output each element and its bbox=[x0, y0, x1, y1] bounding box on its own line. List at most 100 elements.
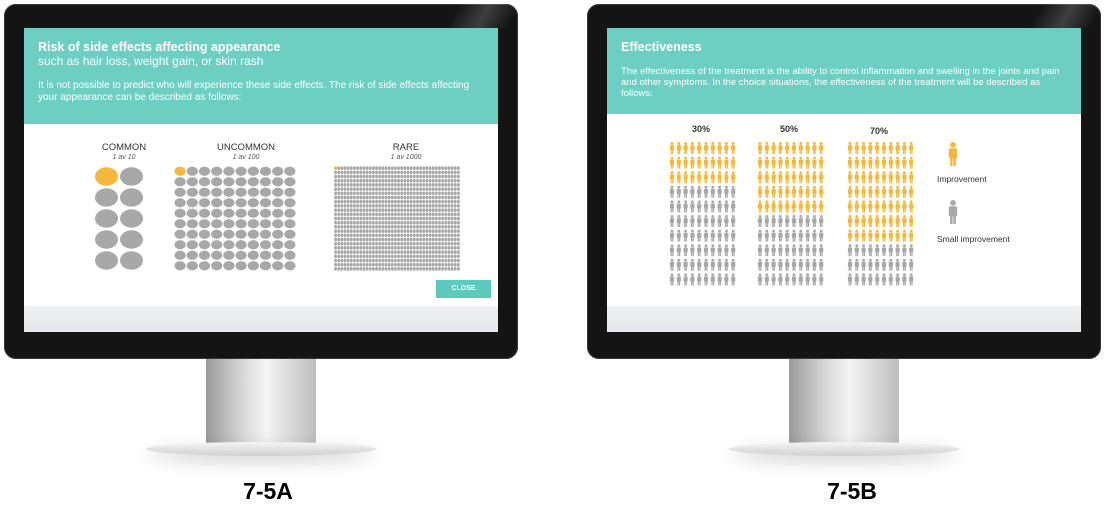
unaffected-dot bbox=[434, 174, 438, 179]
close-button[interactable]: CLOSE bbox=[436, 280, 491, 298]
small-improvement-person bbox=[697, 200, 702, 213]
unaffected-dot bbox=[416, 208, 419, 212]
unaffected-dot bbox=[337, 262, 341, 267]
unaffected-dot bbox=[343, 233, 347, 238]
unaffected-dot bbox=[416, 170, 419, 175]
unaffected-dot bbox=[247, 250, 259, 260]
unaffected-dot bbox=[337, 220, 341, 225]
small-improvement-person bbox=[690, 200, 695, 213]
improved-person bbox=[683, 171, 688, 184]
unaffected-dot bbox=[340, 204, 344, 208]
unaffected-dot bbox=[371, 233, 375, 238]
unaffected-dot bbox=[371, 166, 375, 170]
small-improvement-person bbox=[868, 244, 873, 257]
unaffected-dot bbox=[400, 233, 404, 238]
unaffected-dot bbox=[259, 177, 272, 187]
unaffected-dot bbox=[431, 174, 435, 179]
unaffected-dot bbox=[387, 199, 391, 204]
unaffected-dot bbox=[428, 187, 432, 191]
unaffected-dot bbox=[444, 216, 448, 221]
improved-person bbox=[710, 156, 715, 169]
unaffected-dot bbox=[422, 216, 426, 221]
small-improvement-person bbox=[785, 273, 790, 286]
unaffected-dot bbox=[403, 267, 407, 271]
unaffected-dot bbox=[375, 262, 378, 267]
improved-person bbox=[861, 156, 866, 169]
unaffected-dot bbox=[441, 229, 445, 233]
unaffected-dot bbox=[381, 237, 385, 242]
unaffected-dot bbox=[409, 237, 413, 242]
unaffected-dot bbox=[441, 199, 445, 204]
unaffected-dot bbox=[349, 246, 353, 250]
unaffected-dot bbox=[368, 246, 372, 250]
unaffected-dot bbox=[371, 229, 375, 233]
improved-person bbox=[764, 200, 769, 213]
unaffected-dot bbox=[425, 195, 429, 200]
unaffected-dot bbox=[412, 170, 416, 175]
unaffected-dot bbox=[387, 225, 391, 229]
unaffected-dot bbox=[456, 191, 460, 196]
small-improvement-person bbox=[771, 244, 776, 257]
unaffected-dot bbox=[356, 250, 360, 254]
unaffected-dot bbox=[384, 267, 388, 271]
improved-person bbox=[861, 215, 866, 227]
unaffected-dot bbox=[447, 212, 451, 217]
unaffected-dot bbox=[400, 237, 404, 242]
unaffected-dot bbox=[365, 241, 369, 246]
unaffected-dot bbox=[186, 219, 198, 229]
unaffected-dot bbox=[453, 246, 457, 250]
improved-person bbox=[778, 200, 783, 213]
unaffected-dot bbox=[450, 204, 454, 208]
improved-person bbox=[757, 200, 763, 213]
unaffected-dot bbox=[412, 183, 416, 187]
unaffected-dot bbox=[390, 233, 394, 238]
unaffected-dot bbox=[174, 198, 186, 208]
unaffected-dot bbox=[365, 191, 369, 196]
improved-person bbox=[847, 171, 853, 184]
unaffected-dot bbox=[456, 195, 460, 200]
unaffected-dot bbox=[422, 191, 426, 196]
improved-person bbox=[757, 185, 763, 198]
small-improvement-person bbox=[710, 258, 715, 271]
unaffected-dot bbox=[247, 166, 259, 176]
unaffected-dot bbox=[456, 220, 460, 225]
improved-person bbox=[771, 156, 776, 169]
unaffected-dot bbox=[272, 187, 284, 197]
caption-7-5a: 7-5A bbox=[243, 478, 293, 504]
unaffected-dot bbox=[393, 199, 397, 204]
unaffected-dot bbox=[438, 254, 441, 259]
unaffected-dot bbox=[441, 195, 445, 200]
unaffected-dot bbox=[390, 262, 394, 267]
unaffected-dot bbox=[337, 178, 341, 183]
improved-person bbox=[764, 171, 769, 184]
unaffected-dot bbox=[375, 199, 378, 204]
unaffected-dot bbox=[198, 219, 211, 229]
unaffected-dot bbox=[384, 225, 388, 229]
unaffected-dot bbox=[223, 240, 235, 250]
unaffected-dot bbox=[393, 267, 397, 271]
unaffected-dot bbox=[438, 166, 441, 170]
unaffected-dot bbox=[378, 262, 382, 267]
unaffected-dot bbox=[453, 187, 457, 191]
unaffected-dot bbox=[334, 204, 338, 208]
unaffected-dot bbox=[365, 174, 369, 179]
unaffected-dot bbox=[349, 229, 353, 233]
unaffected-dot bbox=[334, 258, 338, 263]
page-title: Effectiveness bbox=[621, 40, 702, 54]
unaffected-dot bbox=[343, 174, 347, 179]
small-improvement-person bbox=[731, 229, 736, 242]
unaffected-dot bbox=[284, 229, 296, 239]
improved-person bbox=[805, 156, 810, 169]
unaffected-dot bbox=[431, 216, 435, 221]
unaffected-dot bbox=[247, 177, 259, 187]
unaffected-dot bbox=[353, 208, 356, 212]
unaffected-dot bbox=[419, 216, 423, 221]
small-improvement-person bbox=[764, 273, 769, 286]
small-improvement-person bbox=[717, 200, 722, 213]
unaffected-dot bbox=[412, 187, 416, 191]
unaffected-dot bbox=[428, 262, 432, 267]
unaffected-dot bbox=[441, 237, 445, 242]
unaffected-dot bbox=[406, 187, 410, 191]
unaffected-dot bbox=[284, 261, 296, 271]
small-improvement-person bbox=[676, 273, 681, 286]
